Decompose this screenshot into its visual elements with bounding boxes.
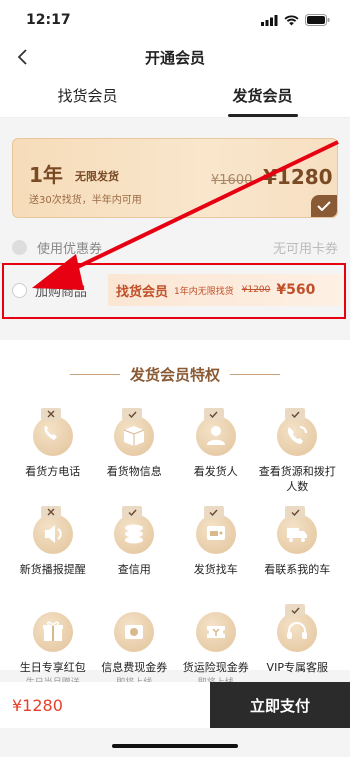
divider <box>69 374 120 375</box>
plan-original-price: ¥1600 <box>211 173 253 188</box>
check-badge-icon <box>203 506 224 518</box>
privilege-label: 看货方电话 <box>25 465 81 478</box>
privilege-item[interactable]: 新货播报提醒 <box>12 504 94 596</box>
tab-find-goods[interactable]: 找货会员 <box>0 74 175 117</box>
truck-icon <box>277 506 318 554</box>
plan-price: ¥1280 <box>263 165 333 189</box>
speaker-icon <box>32 506 73 554</box>
cash-icon <box>114 612 155 652</box>
privileges-section: 发货会员特权 看货方电话 看货物信息 看发货人 查看货源和拨打人数新货播报提醒 查信用 发… <box>0 340 350 688</box>
divider <box>230 374 280 375</box>
check-badge-icon <box>203 408 224 420</box>
privilege-label: 看货物信息 <box>106 465 162 478</box>
tab-ship-goods[interactable]: 发货会员 <box>175 74 350 117</box>
bottom-bar: ¥1280 立即支付 <box>0 682 350 728</box>
privilege-label: 货运险现金券 <box>182 661 249 674</box>
car-screen-icon <box>195 506 236 554</box>
status-bar: 12:17 <box>0 0 350 40</box>
battery-icon <box>305 14 330 26</box>
coupon-radio[interactable] <box>12 239 27 255</box>
highlight-box <box>2 263 346 319</box>
box-icon <box>114 408 155 456</box>
x-badge-icon <box>40 506 61 518</box>
phone-call-icon <box>277 408 318 456</box>
ticket-icon <box>195 612 236 652</box>
check-badge-icon <box>285 506 306 518</box>
privilege-item[interactable]: 信息费现金券即将上线 <box>94 602 176 694</box>
coupon-value: 无可用卡券 <box>272 241 338 257</box>
privileges-title: 发货会员特权 <box>129 366 220 384</box>
privilege-item[interactable]: 看发货人 <box>175 406 257 498</box>
privilege-label: 看联系我的车 <box>264 563 331 576</box>
privilege-label: 发货找车 <box>193 563 238 576</box>
signal-icon <box>261 14 278 26</box>
top-area: 12:17 开通会员 找货会员 发货会员 <box>0 0 350 118</box>
check-badge-icon <box>285 408 306 420</box>
privilege-item[interactable]: VIP专属客服 <box>257 602 339 694</box>
wifi-icon <box>284 14 299 25</box>
plan-description: 送30次找货，半年内可用 <box>29 195 142 206</box>
check-badge-icon <box>285 604 306 616</box>
check-badge-icon <box>122 408 143 420</box>
privilege-item[interactable]: 看联系我的车 <box>257 504 339 596</box>
nav-bar: 开通会员 <box>0 40 350 74</box>
privilege-label: 查看货源和拨打人数 <box>258 465 336 493</box>
privilege-item[interactable]: 货运险现金券即将上线 <box>175 602 257 694</box>
headset-icon <box>277 604 318 652</box>
privilege-item[interactable]: 看货物信息 <box>94 406 176 498</box>
privilege-label: 查信用 <box>117 563 151 576</box>
home-indicator[interactable] <box>112 744 238 748</box>
plan-duration: 1年 <box>29 163 63 187</box>
privilege-item[interactable]: 发货找车 <box>175 504 257 596</box>
status-time: 12:17 <box>26 12 71 28</box>
coupon-label: 使用优惠券 <box>37 241 103 257</box>
privilege-label: 看发货人 <box>193 465 238 478</box>
coupon-row[interactable]: 使用优惠券 无可用卡券 <box>12 235 338 259</box>
privilege-label: 信息费现金券 <box>101 661 168 674</box>
privilege-label: 生日专享红包 <box>19 661 86 674</box>
back-icon[interactable] <box>14 46 34 68</box>
gift-icon <box>32 612 73 652</box>
privilege-label: VIP专属客服 <box>266 661 328 674</box>
plan-card[interactable]: 1年 无限发货 送30次找货，半年内可用 ¥1600 ¥1280 <box>12 138 338 218</box>
page-title: 开通会员 <box>144 48 205 67</box>
privilege-label: 新货播报提醒 <box>19 563 86 576</box>
phone-icon <box>32 408 73 456</box>
total-price: ¥1280 <box>12 695 63 715</box>
person-icon <box>195 408 236 456</box>
privilege-item[interactable]: 生日专享红包生日当月赠送 <box>12 602 94 694</box>
privileges-heading: 发货会员特权 <box>0 364 350 385</box>
privilege-item[interactable]: 查信用 <box>94 504 176 596</box>
coins-icon <box>114 506 155 554</box>
selected-check-icon <box>311 195 337 217</box>
plan-tag: 无限发货 <box>75 170 119 183</box>
tab-bar: 找货会员 发货会员 <box>0 74 350 118</box>
privilege-item[interactable]: 查看货源和拨打人数 <box>257 406 339 498</box>
privileges-grid: 看货方电话 看货物信息 看发货人 查看货源和拨打人数新货播报提醒 查信用 发货找车 看联系我… <box>12 406 338 694</box>
status-icons <box>261 14 330 26</box>
page: 12:17 开通会员 找货会员 发货会员 1年 无限发货 送30次找货，半年内可… <box>0 0 350 757</box>
privilege-item[interactable]: 看货方电话 <box>12 406 94 498</box>
check-badge-icon <box>122 506 143 518</box>
x-badge-icon <box>40 408 61 420</box>
pay-button[interactable]: 立即支付 <box>210 682 350 728</box>
